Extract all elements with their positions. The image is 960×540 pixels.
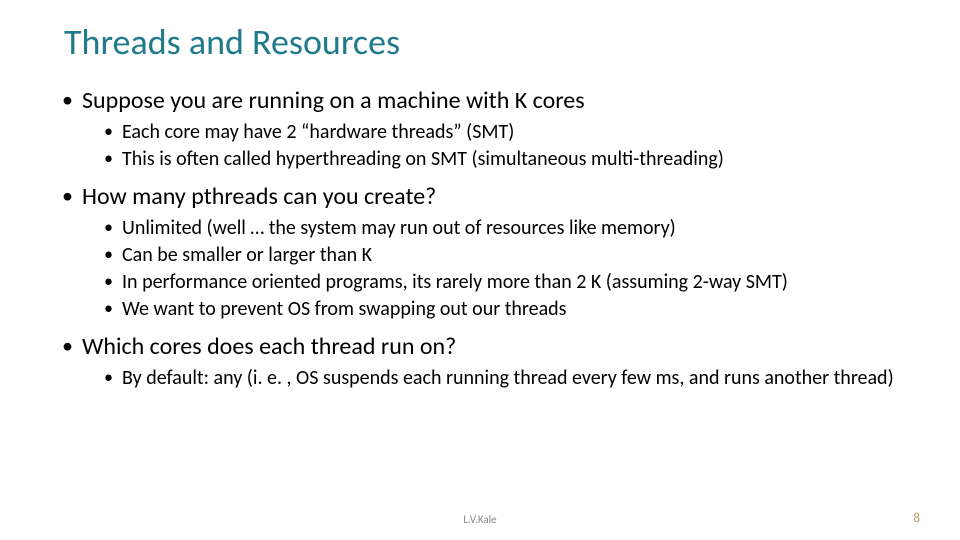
bullet-3-text: Which cores does each thread run on?: [82, 332, 456, 361]
bullet-2-sub: Unlimited (well … the system may run out…: [82, 216, 900, 322]
bullet-1-2: This is often called hyperthreading on S…: [82, 147, 900, 172]
bullet-2-2: Can be smaller or larger than K: [82, 243, 900, 268]
bullet-1: Suppose you are running on a machine wit…: [60, 86, 900, 172]
bullet-2-4: We want to prevent OS from swapping out …: [82, 297, 900, 322]
bullet-2-text: How many pthreads can you create?: [82, 182, 436, 211]
bullet-2: How many pthreads can you create? Unlimi…: [60, 182, 900, 322]
bullet-1-text: Suppose you are running on a machine wit…: [82, 86, 585, 115]
bullet-3-sub: By default: any (i. e. , OS suspends eac…: [82, 366, 900, 391]
bullet-2-3: In performance oriented programs, its ra…: [82, 270, 900, 295]
slide-title: Threads and Resources: [64, 20, 900, 64]
bullet-3-1: By default: any (i. e. , OS suspends eac…: [82, 366, 900, 391]
footer-author: L.V.Kale: [0, 513, 960, 526]
bullet-2-1: Unlimited (well … the system may run out…: [82, 216, 900, 241]
slide: Threads and Resources Suppose you are ru…: [0, 0, 960, 540]
bullet-3: Which cores does each thread run on? By …: [60, 332, 900, 391]
bullet-1-sub: Each core may have 2 “hardware threads” …: [82, 120, 900, 172]
footer-page-number: 8: [913, 511, 920, 526]
bullet-list: Suppose you are running on a machine wit…: [60, 86, 900, 391]
bullet-1-1: Each core may have 2 “hardware threads” …: [82, 120, 900, 145]
